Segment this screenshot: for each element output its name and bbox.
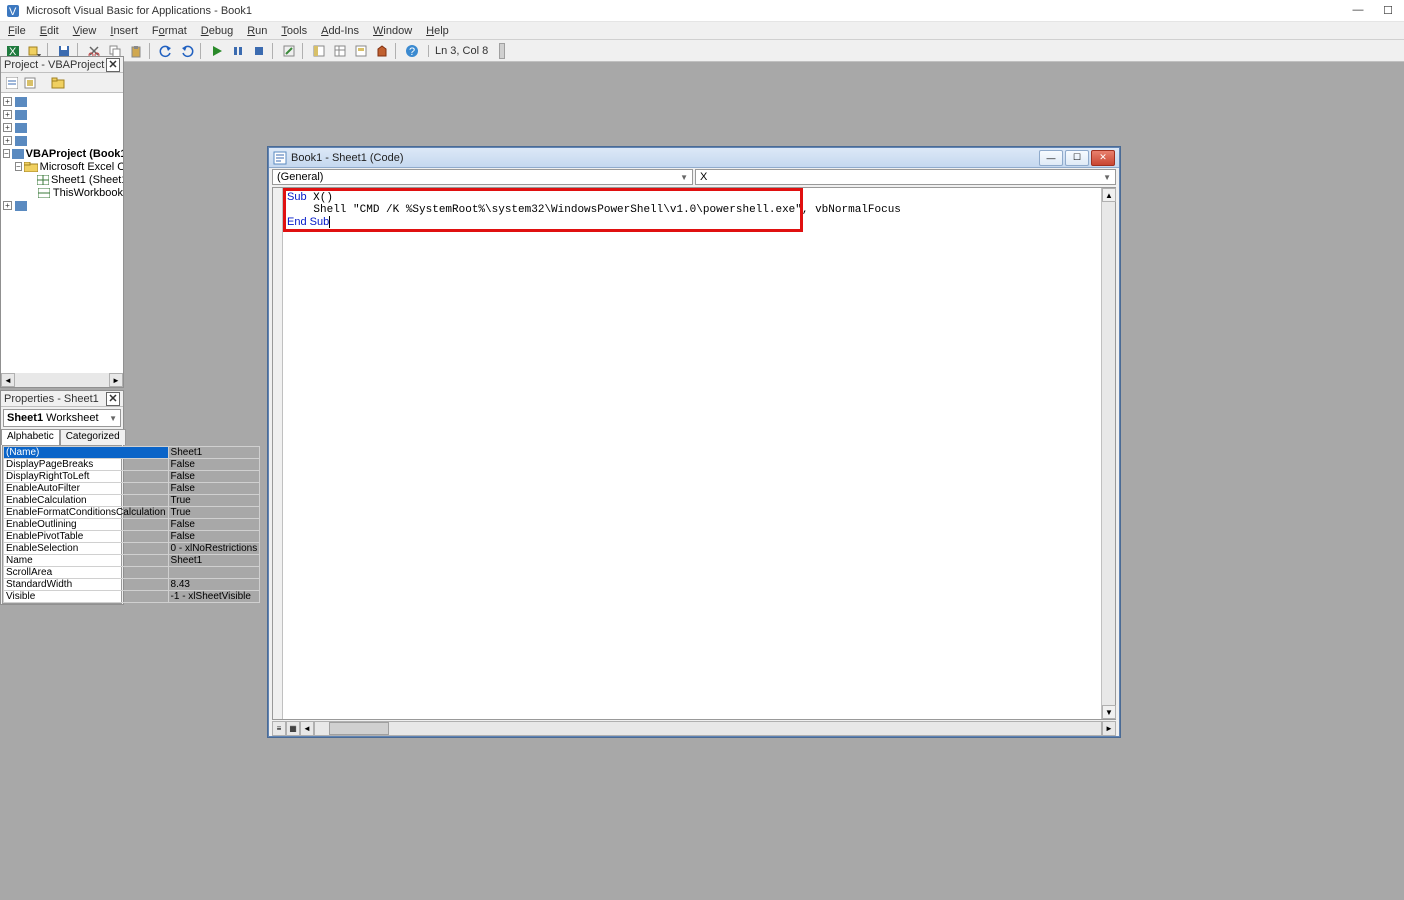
property-row[interactable]: DisplayPageBreaksFalse (4, 459, 260, 471)
menu-help[interactable]: Help (426, 25, 449, 37)
property-row[interactable]: StandardWidth8.43 (4, 579, 260, 591)
code-min-button[interactable]: — (1039, 150, 1063, 166)
view-object-icon[interactable] (22, 75, 38, 91)
chevron-down-icon: ▼ (680, 173, 688, 182)
vbaproj-icon (12, 148, 24, 160)
hscroll-right[interactable]: ► (1102, 721, 1116, 736)
app-icon: V (6, 4, 20, 18)
project-explorer-icon[interactable] (310, 42, 328, 60)
code-hscroll[interactable] (314, 721, 1102, 736)
chevron-down-icon: ▼ (109, 414, 117, 423)
paste-icon[interactable] (127, 42, 145, 60)
menu-run[interactable]: Run (247, 25, 267, 37)
minimize-button[interactable]: — (1352, 4, 1364, 17)
properties-object-name: Sheet1 (7, 412, 43, 424)
app-title: Microsoft Visual Basic for Applications … (26, 5, 1352, 17)
reset-icon[interactable] (250, 42, 268, 60)
project-panel: Project - VBAProject ✕ + + + + −VBAProje… (0, 56, 124, 388)
code-object-dropdown[interactable]: (General) ▼ (272, 169, 693, 185)
menu-tools[interactable]: Tools (281, 25, 307, 37)
toggle-folders-icon[interactable] (50, 75, 66, 91)
tree-root[interactable]: VBAProject (Book1) (26, 148, 123, 160)
property-row[interactable]: DisplayRightToLeftFalse (4, 471, 260, 483)
vbaproj-icon (14, 135, 28, 147)
toolbar: X ? Ln 3, Col 8 (0, 40, 1404, 62)
properties-title: Properties - Sheet1 (4, 393, 99, 405)
maximize-button[interactable]: ☐ (1382, 4, 1394, 17)
menu-view[interactable]: View (73, 25, 97, 37)
menu-insert[interactable]: Insert (110, 25, 138, 37)
vbaproj-icon (14, 200, 28, 212)
svg-text:V: V (9, 6, 17, 18)
tree-objects[interactable]: Microsoft Excel Objects (40, 161, 123, 173)
property-row[interactable]: EnableOutliningFalse (4, 519, 260, 531)
menu-window[interactable]: Window (373, 25, 412, 37)
menu-edit[interactable]: Edit (40, 25, 59, 37)
design-mode-icon[interactable] (280, 42, 298, 60)
code-close-button[interactable]: ✕ (1091, 150, 1115, 166)
vbaproj-icon (14, 122, 28, 134)
code-editor[interactable]: Sub X() Shell "CMD /K %SystemRoot%\syste… (283, 188, 1101, 719)
properties-panel: Properties - Sheet1 ✕ Sheet1 Worksheet ▼… (0, 390, 124, 605)
break-icon[interactable] (229, 42, 247, 60)
tree-sheet[interactable]: Sheet1 (Sheet1) (51, 174, 123, 186)
help-icon[interactable]: ? (403, 42, 421, 60)
toolbar-grip[interactable] (499, 43, 505, 59)
property-row[interactable]: EnableFormatConditionsCalculationTrue (4, 507, 260, 519)
properties-grid[interactable]: (Name)Sheet1DisplayPageBreaksFalseDispla… (2, 445, 122, 604)
project-tree[interactable]: + + + + −VBAProject (Book1) −Microsoft E… (1, 93, 123, 373)
menu-debug[interactable]: Debug (201, 25, 233, 37)
code-procedure-value: X (700, 171, 707, 183)
menu-file[interactable]: File (8, 25, 26, 37)
menu-format[interactable]: Format (152, 25, 187, 37)
project-panel-close-button[interactable]: ✕ (106, 58, 120, 72)
folder-icon (24, 161, 38, 173)
view-code-icon[interactable] (4, 75, 20, 91)
code-max-button[interactable]: ☐ (1065, 150, 1089, 166)
properties-close-button[interactable]: ✕ (106, 392, 120, 406)
tab-alphabetic[interactable]: Alphabetic (1, 429, 60, 445)
code-window-icon (273, 151, 287, 165)
tree-workbook[interactable]: ThisWorkbook (53, 187, 123, 199)
property-row[interactable]: EnableAutoFilterFalse (4, 483, 260, 495)
property-row[interactable]: EnableSelection0 - xlNoRestrictions (4, 543, 260, 555)
workbook-icon (37, 187, 51, 199)
undo-icon[interactable] (157, 42, 175, 60)
properties-object-selector[interactable]: Sheet1 Worksheet ▼ (3, 409, 121, 427)
procedure-view-button[interactable]: ≡ (272, 721, 286, 736)
run-icon[interactable] (208, 42, 226, 60)
property-row[interactable]: Visible-1 - xlSheetVisible (4, 591, 260, 603)
chevron-down-icon: ▼ (1103, 173, 1111, 182)
code-window-titlebar[interactable]: Book1 - Sheet1 (Code) — ☐ ✕ (269, 148, 1119, 168)
code-object-value: (General) (277, 171, 323, 183)
code-gutter (273, 188, 283, 719)
vbaproj-icon (14, 96, 28, 108)
object-browser-icon[interactable] (352, 42, 370, 60)
property-row[interactable]: EnableCalculationTrue (4, 495, 260, 507)
properties-object-type: Worksheet (46, 412, 98, 424)
cursor-position: Ln 3, Col 8 (428, 45, 494, 57)
code-window-title: Book1 - Sheet1 (Code) (291, 152, 404, 164)
vbaproj-icon (14, 109, 28, 121)
property-row[interactable]: ScrollArea (4, 567, 260, 579)
menubar: File Edit View Insert Format Debug Run T… (0, 22, 1404, 40)
code-vscroll[interactable]: ▲▼ (1101, 188, 1115, 719)
properties-window-icon[interactable] (331, 42, 349, 60)
code-window: Book1 - Sheet1 (Code) — ☐ ✕ (General) ▼ X… (268, 147, 1120, 737)
menu-addins[interactable]: Add-Ins (321, 25, 359, 37)
project-hscroll[interactable]: ◄► (1, 373, 123, 387)
redo-icon[interactable] (178, 42, 196, 60)
svg-text:?: ? (409, 46, 415, 58)
titlebar: V Microsoft Visual Basic for Application… (0, 0, 1404, 22)
tab-categorized[interactable]: Categorized (60, 429, 126, 445)
property-row[interactable]: EnablePivotTableFalse (4, 531, 260, 543)
property-row[interactable]: (Name)Sheet1 (4, 447, 260, 459)
toolbox-icon[interactable] (373, 42, 391, 60)
hscroll-left[interactable]: ◄ (300, 721, 314, 736)
code-procedure-dropdown[interactable]: X▼ (695, 169, 1116, 185)
project-panel-title: Project - VBAProject (4, 59, 104, 71)
full-module-view-button[interactable]: ▦ (286, 721, 300, 736)
property-row[interactable]: NameSheet1 (4, 555, 260, 567)
sheet-icon (37, 174, 49, 186)
